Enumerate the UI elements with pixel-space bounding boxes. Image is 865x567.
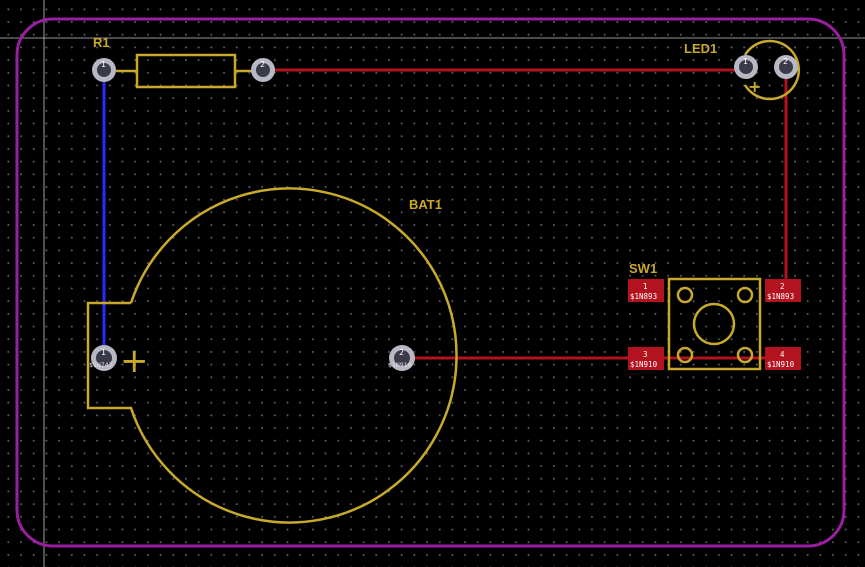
led1-reference: LED1 [684, 41, 717, 56]
sw1-corner-tr [736, 286, 754, 304]
led1-pad-1-number: 1 [743, 57, 748, 66]
bat1-pad-2[interactable]: 2 $1N910 [388, 345, 415, 371]
sw1-pad-4-net: $1N910 [767, 360, 795, 369]
sw1-pad-2[interactable]: 2 $1N893 [765, 279, 801, 302]
sw1-pad-1[interactable]: 1 $1N893 [628, 279, 664, 302]
led1-pad-2[interactable]: 2 [774, 55, 798, 79]
sw1-pad-1-net: $1N893 [630, 292, 657, 301]
board-outline[interactable] [15, 17, 846, 548]
pcb-canvas[interactable]: R1 1 2 LED1 + 1 2 BAT1 + 1 $1N747 2 $1N9… [0, 0, 865, 567]
resistor-r1[interactable]: R1 1 2 [92, 35, 275, 89]
r1-pad-1-number: 1 [101, 60, 106, 69]
cursor-crosshair [0, 0, 865, 567]
sw1-corner-tl [676, 286, 694, 304]
sw1-corner-br [736, 346, 754, 364]
bat1-pad-1-number: 1 [101, 348, 106, 357]
r1-reference: R1 [93, 35, 110, 50]
r1-pad-2[interactable]: 2 [251, 58, 275, 82]
led1-pad-2-number: 2 [783, 57, 788, 66]
sw1-reference: SW1 [629, 261, 657, 276]
bat1-pad-2-number: 2 [399, 348, 404, 357]
switch-sw1[interactable]: SW1 1 $1N893 2 $1N893 3 $1N910 4 $1N910 [628, 261, 801, 371]
bat1-reference: BAT1 [409, 197, 442, 212]
sw1-pad-3-number: 3 [643, 350, 648, 359]
battery-bat1[interactable]: BAT1 + 1 $1N747 2 $1N910 [86, 187, 458, 524]
sw1-actuator-silkscreen [692, 302, 736, 346]
sw1-pad-4[interactable]: 4 $1N910 [765, 347, 801, 370]
bat1-pad-1-net: $1N747 [89, 361, 113, 369]
r1-pad-2-number: 2 [260, 60, 265, 69]
bat1-polarity-mark: + [120, 341, 149, 381]
bat1-pad-1[interactable]: 1 $1N747 [89, 345, 117, 371]
led1-pad-1[interactable]: 1 [734, 55, 758, 79]
sw1-pad-4-number: 4 [780, 350, 785, 359]
sw1-corner-bl [676, 346, 694, 364]
sw1-pad-3-net: $1N910 [630, 360, 658, 369]
sw1-pad-2-net: $1N893 [767, 292, 794, 301]
led1-polarity-mark: + [748, 77, 761, 96]
sw1-body-silkscreen [667, 277, 762, 371]
sw1-pad-1-number: 1 [643, 282, 648, 291]
r1-body-silkscreen [135, 53, 237, 89]
bat1-pad-2-net: $1N910 [388, 361, 412, 369]
sw1-pad-2-number: 2 [780, 282, 785, 291]
r1-pad-1[interactable]: 1 [92, 58, 116, 82]
track-led1-sw1[interactable] [772, 70, 788, 290]
sw1-pad-3[interactable]: 3 $1N910 [628, 347, 664, 370]
copper-tracks[interactable] [102, 68, 788, 360]
